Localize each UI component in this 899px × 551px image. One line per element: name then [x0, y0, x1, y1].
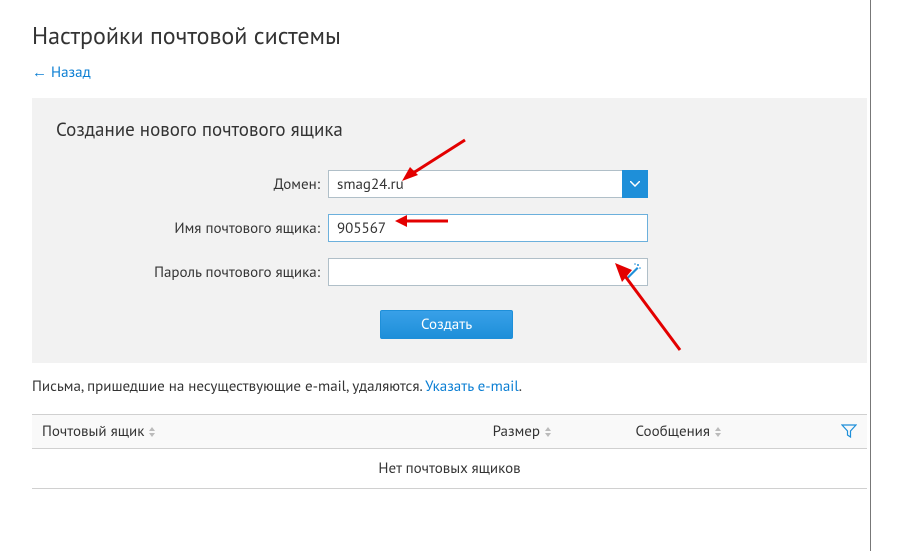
domain-dropdown-button[interactable]: [622, 170, 648, 198]
funnel-icon: [841, 423, 857, 439]
column-size-label: Размер: [493, 422, 540, 441]
page-title: Настройки почтовой системы: [32, 20, 867, 51]
column-header-mailbox[interactable]: Почтовый ящик: [32, 422, 432, 441]
info-text: Письма, пришедшие на несуществующие e-ma…: [32, 377, 867, 396]
domain-select[interactable]: [328, 170, 648, 198]
back-link[interactable]: ← Назад: [32, 63, 91, 82]
create-button[interactable]: Создать: [380, 310, 513, 339]
specify-email-link[interactable]: Указать e-mail: [425, 377, 519, 396]
column-header-messages[interactable]: Сообщения: [562, 422, 732, 441]
column-mailbox-label: Почтовый ящик: [42, 422, 144, 441]
separator-line: [870, 0, 871, 551]
column-header-size[interactable]: Размер: [432, 422, 562, 441]
mailbox-name-input[interactable]: [328, 214, 648, 242]
info-prefix: Письма, пришедшие на несуществующие e-ma…: [32, 377, 425, 396]
chevron-down-icon: [630, 181, 640, 187]
table-empty-row: Нет почтовых ящиков: [32, 449, 867, 489]
sort-icon: [544, 427, 552, 437]
column-messages-label: Сообщения: [636, 422, 711, 441]
generate-password-button[interactable]: [624, 262, 644, 282]
mailbox-table: Почтовый ящик Размер Сообщения: [32, 414, 867, 489]
form-title: Создание нового почтового ящика: [56, 118, 843, 142]
table-header-row: Почтовый ящик Размер Сообщения: [32, 415, 867, 449]
sort-icon: [148, 427, 156, 437]
magic-wand-icon: [624, 262, 642, 280]
mailbox-password-label: Пароль почтового ящика:: [56, 263, 328, 282]
domain-label: Домен:: [56, 175, 328, 194]
mailbox-name-label: Имя почтового ящика:: [56, 219, 328, 238]
create-mailbox-panel: Создание нового почтового ящика Домен: И…: [32, 98, 867, 363]
info-suffix: .: [519, 377, 522, 396]
sort-icon: [714, 427, 722, 437]
mailbox-password-input[interactable]: [328, 258, 648, 286]
filter-button[interactable]: [841, 423, 857, 444]
